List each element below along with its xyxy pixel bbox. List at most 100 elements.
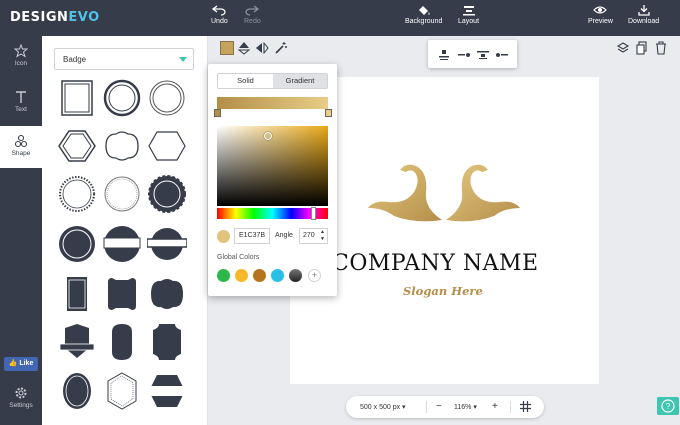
shape-scroll-label[interactable]	[147, 322, 187, 362]
slogan-text[interactable]: Slogan Here	[403, 284, 483, 298]
hue-slider-handle[interactable]	[311, 207, 316, 220]
shape-tall-oval[interactable]	[102, 322, 142, 362]
gear-icon	[15, 387, 27, 399]
saturation-value-picker[interactable]	[217, 126, 328, 206]
paint-bucket-icon	[418, 6, 430, 15]
chevron-down-icon	[179, 57, 187, 62]
duplicate-button[interactable]	[635, 41, 649, 55]
zoom-bar: 500 x 500 px ▾ − 116% ▾ +	[346, 396, 544, 418]
shape-frame-label[interactable]	[102, 274, 142, 314]
gradient-stop-start[interactable]	[214, 109, 221, 117]
align-icon	[462, 6, 475, 16]
global-color-green[interactable]	[217, 269, 230, 282]
layout-option-center[interactable]	[476, 48, 490, 60]
layout-button[interactable]: Layout	[458, 4, 479, 25]
layout-right-icon	[496, 53, 508, 57]
shape-circle-ribbon[interactable]	[146, 224, 188, 264]
eye-icon	[593, 6, 608, 14]
layout-left-icon	[458, 53, 470, 57]
stepper-arrows-icon[interactable]: ▲ ▼	[320, 229, 325, 243]
shape-thin-circle[interactable]	[102, 174, 142, 214]
shape-ornate-outline[interactable]	[102, 126, 142, 166]
shape-filled-circle-ring[interactable]	[57, 224, 97, 264]
shape-circle-thick[interactable]	[102, 78, 142, 118]
global-color-brown[interactable]	[253, 269, 266, 282]
trash-icon	[656, 41, 666, 55]
current-color-swatch	[217, 230, 230, 243]
zoom-level-select[interactable]: 116% ▾	[454, 403, 477, 411]
svg-text:?: ?	[666, 402, 671, 411]
shape-square-frame[interactable]	[57, 78, 97, 118]
preview-button[interactable]: Preview	[588, 4, 613, 25]
shape-panel: Badge	[42, 36, 208, 425]
layout-dropdown	[428, 40, 517, 68]
divider	[510, 401, 511, 413]
global-color-cyan[interactable]	[271, 269, 284, 282]
flip-horizontal-button[interactable]	[255, 41, 269, 55]
undo-button[interactable]: Undo	[211, 4, 228, 25]
angle-input[interactable]: 270 ▲ ▼	[299, 228, 328, 244]
angle-label: Angle	[275, 232, 293, 239]
shape-oval-badge[interactable]	[57, 371, 97, 411]
zoom-in-button[interactable]: +	[492, 401, 498, 412]
magic-wand-icon	[275, 42, 287, 54]
shape-circle-double[interactable]	[147, 78, 187, 118]
rail-item-shape[interactable]: Shape	[0, 126, 42, 168]
global-color-dark[interactable]	[289, 269, 302, 282]
shape-tall-label[interactable]	[57, 274, 97, 314]
caret-down-icon: ▾	[473, 404, 477, 411]
swan-logo-graphic[interactable]	[366, 158, 522, 224]
shape-hexagon-banner[interactable]	[147, 371, 187, 411]
zoom-out-button[interactable]: −	[436, 401, 442, 412]
left-rail: Icon Text Shape 👍 Like Settings	[0, 36, 42, 425]
shape-circle-banner[interactable]	[102, 224, 142, 264]
grid-icon	[520, 401, 531, 412]
shape-scalloped-badge[interactable]	[147, 174, 187, 214]
category-select[interactable]: Badge	[54, 48, 194, 70]
delete-button[interactable]	[654, 41, 668, 55]
fill-color-button[interactable]	[220, 41, 234, 55]
shape-diamond-frame[interactable]	[102, 371, 142, 411]
facebook-like-button[interactable]: 👍 Like	[4, 357, 38, 371]
divider	[426, 401, 427, 413]
star-icon	[14, 44, 28, 58]
app-logo[interactable]: DESIGNEVO	[10, 10, 100, 25]
shape-cloud-label[interactable]	[147, 274, 187, 314]
global-color-yellow[interactable]	[235, 269, 248, 282]
add-global-color-button[interactable]: +	[308, 269, 321, 282]
shape-shield-ribbon[interactable]	[57, 322, 97, 362]
background-button[interactable]: Background	[405, 4, 442, 25]
top-toolbar: DESIGNEVO Undo Redo Background Layout Pr…	[0, 0, 680, 36]
tab-solid[interactable]: Solid	[218, 74, 273, 88]
layout-center-icon	[477, 51, 489, 59]
layers-button[interactable]	[616, 41, 630, 55]
gradient-preview-bar[interactable]	[217, 97, 328, 109]
redo-button[interactable]: Redo	[244, 4, 261, 25]
undo-icon	[212, 5, 226, 16]
layout-stacked-icon	[439, 50, 449, 60]
shape-long-hexagon[interactable]	[147, 126, 187, 166]
flip-vertical-button[interactable]	[237, 41, 251, 55]
rail-item-icon[interactable]: Icon	[0, 36, 42, 78]
rail-item-text[interactable]: Text	[0, 82, 42, 124]
shape-dotted-circle[interactable]	[57, 174, 97, 214]
help-button[interactable]: ?	[657, 397, 679, 415]
flip-horizontal-icon	[256, 41, 269, 55]
canvas-size-select[interactable]: 500 x 500 px ▾	[360, 403, 406, 411]
tab-gradient[interactable]: Gradient	[273, 74, 327, 88]
company-name-text[interactable]: COMPANY NAME	[332, 251, 539, 276]
download-button[interactable]: Download	[628, 4, 659, 25]
layout-option-stacked[interactable]	[437, 48, 451, 60]
rail-item-settings[interactable]: Settings	[0, 378, 42, 420]
shape-hexagon-outline[interactable]	[57, 126, 97, 166]
redo-icon	[245, 5, 260, 16]
layout-option-right[interactable]	[495, 48, 509, 60]
shapes-icon	[14, 134, 28, 148]
grid-toggle-button[interactable]	[520, 401, 531, 414]
saturation-knob[interactable]	[264, 132, 272, 140]
magic-wand-button[interactable]	[274, 41, 288, 55]
caret-down-icon: ▾	[402, 404, 406, 411]
hex-input[interactable]: E1C37B	[234, 228, 270, 244]
gradient-stop-end[interactable]	[325, 109, 332, 117]
layout-option-left[interactable]	[457, 48, 471, 60]
